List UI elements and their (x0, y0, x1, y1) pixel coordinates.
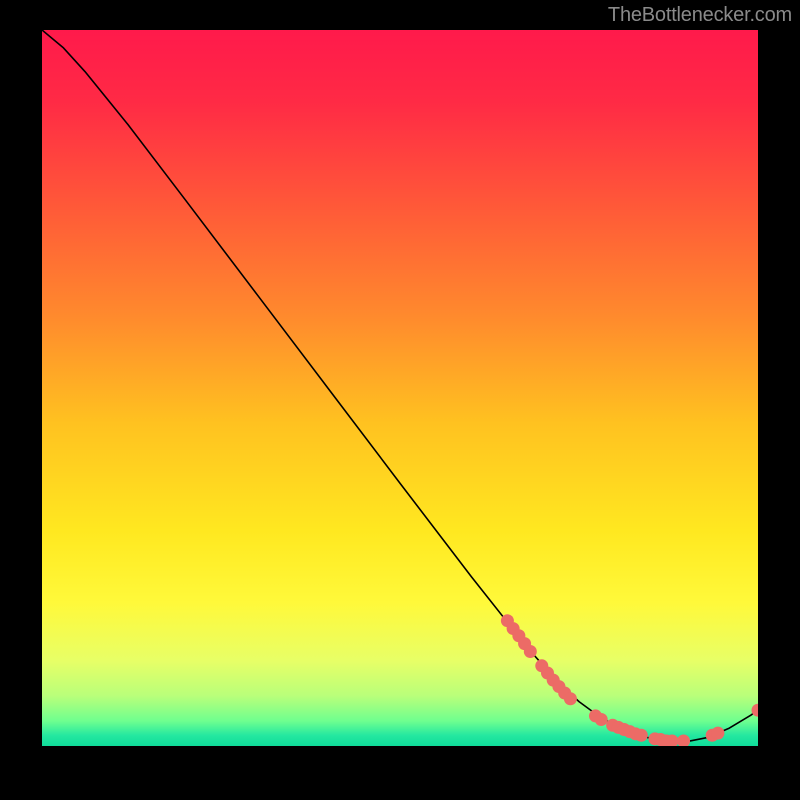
data-marker (711, 727, 724, 740)
watermark-text: TheBottleneсker.com (608, 4, 792, 27)
data-marker (564, 692, 577, 705)
data-marker (595, 713, 608, 726)
data-marker (635, 729, 648, 742)
chart-container (42, 30, 758, 746)
chart-svg (42, 30, 758, 746)
chart-background (42, 30, 758, 746)
data-marker (524, 645, 537, 658)
